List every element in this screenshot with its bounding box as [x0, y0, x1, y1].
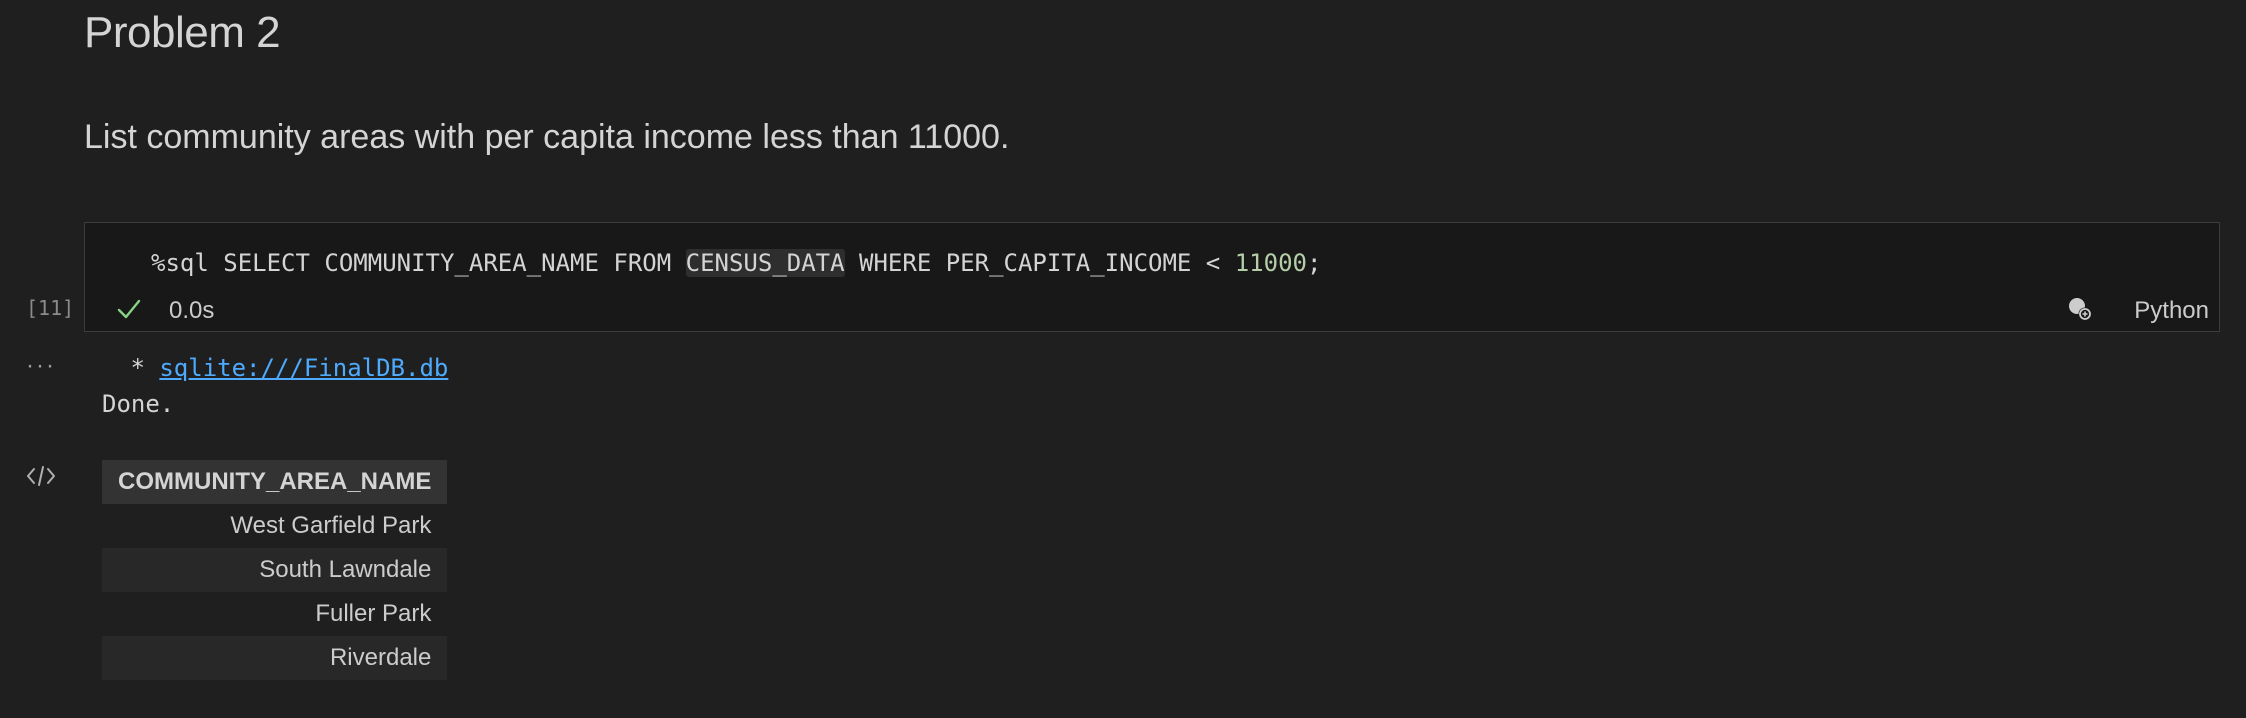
code-cell[interactable]: %sql SELECT COMMUNITY_AREA_NAME FROM CEN… — [84, 222, 2220, 332]
table-row: Fuller Park — [102, 592, 447, 636]
kernel-select-icon[interactable] — [2067, 296, 2093, 322]
check-icon — [117, 299, 141, 319]
code-middle: WHERE PER_CAPITA_INCOME < — [844, 249, 1235, 277]
code-prefix: %sql SELECT COMMUNITY_AREA_NAME FROM — [151, 249, 686, 277]
notebook-page: Problem 2 List community areas with per … — [0, 0, 2246, 718]
column-header: COMMUNITY_AREA_NAME — [102, 460, 448, 504]
table-cell: Fuller Park — [315, 600, 432, 627]
code-table-name: CENSUS_DATA — [685, 249, 845, 277]
result-table: COMMUNITY_AREA_NAME West Garfield Park S… — [102, 460, 448, 680]
code-number-literal: 11000 — [1234, 249, 1307, 277]
table-cell: Riverdale — [102, 636, 448, 680]
table-row: West Garfield Park — [102, 504, 447, 548]
execution-time: 0.0s — [169, 297, 215, 324]
execution-count: [11] — [26, 296, 75, 320]
table-row: Riverdale — [102, 636, 448, 680]
connection-prefix: * — [116, 354, 160, 382]
more-actions-icon[interactable]: ··· — [26, 352, 56, 380]
code-editor-line[interactable]: %sql SELECT COMMUNITY_AREA_NAME FROM CEN… — [151, 249, 1321, 277]
table-cell: South Lawndale — [102, 548, 448, 592]
table-row: South Lawndale — [102, 548, 448, 592]
code-brackets-icon[interactable] — [26, 464, 56, 488]
problem-heading: Problem 2 — [84, 8, 281, 57]
kernel-language-label[interactable]: Python — [2134, 297, 2209, 325]
output-status: Done. — [102, 390, 175, 418]
problem-description: List community areas with per capita inc… — [84, 118, 1010, 156]
table-header-row: COMMUNITY_AREA_NAME — [102, 460, 448, 504]
code-suffix: ; — [1306, 249, 1322, 277]
connection-link[interactable]: sqlite:///FinalDB.db — [159, 354, 448, 382]
connection-line: * sqlite:///FinalDB.db — [116, 354, 448, 382]
table-cell: West Garfield Park — [230, 512, 432, 539]
